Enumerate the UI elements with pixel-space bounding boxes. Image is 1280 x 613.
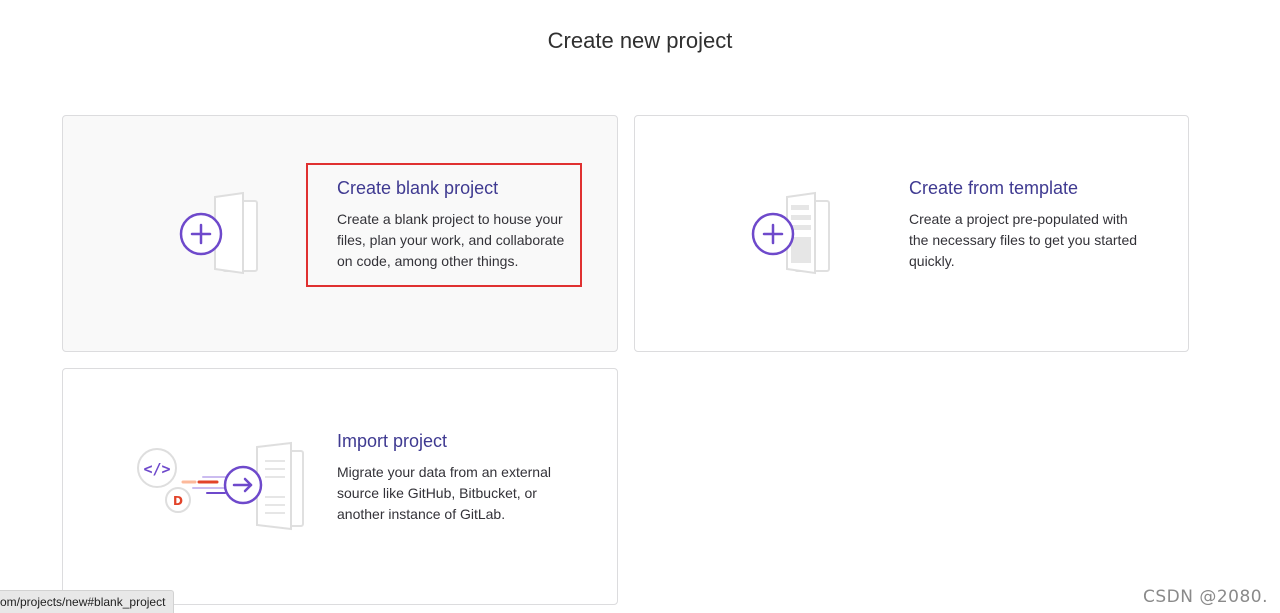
card-description: Create a project pre-populated with the … [909,211,1138,269]
card-title[interactable]: Create blank project [337,178,577,199]
card-title[interactable]: Import project [337,431,577,452]
blank-card-text: Create blank project Create a blank proj… [337,178,577,272]
import-project-card[interactable]: </> D Import project Migrate your data f… [62,368,618,605]
status-bar-url: om/projects/new#blank_project [0,590,175,613]
create-blank-project-card[interactable]: Create blank project Create a blank proj… [62,115,618,352]
template-card-text: Create from template Create a project pr… [909,178,1149,272]
svg-text:</>: </> [143,460,170,478]
card-title[interactable]: Create from template [909,178,1149,199]
blank-project-icon [179,191,258,275]
import-project-icon: </> D [137,441,304,531]
create-from-template-card[interactable]: Create from template Create a project pr… [634,115,1189,352]
import-card-text: Import project Migrate your data from an… [337,431,577,525]
watermark: CSDN @2080. [1142,587,1268,607]
page-title: Create new project [547,28,733,53]
card-description: Create a blank project to house your fil… [337,211,565,269]
template-project-icon [751,191,830,275]
card-description: Migrate your data from an external sourc… [337,464,551,522]
svg-text:D: D [173,494,183,508]
